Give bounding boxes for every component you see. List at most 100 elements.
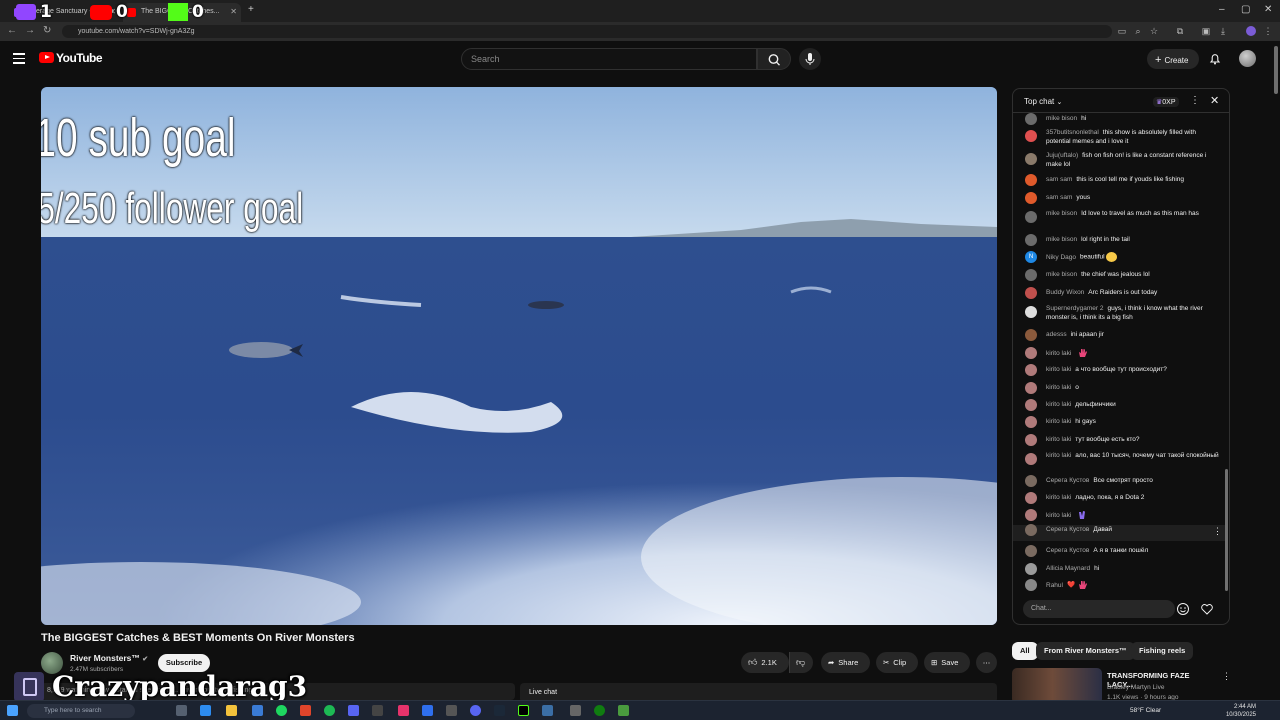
bookmark-star-icon[interactable]: ☆ xyxy=(1149,26,1159,36)
chat-author[interactable]: mike ⁣bison xyxy=(1046,210,1077,217)
app-icon-5[interactable] xyxy=(422,705,433,716)
chip-fishing-reels[interactable]: Fishing reels xyxy=(1131,642,1194,660)
file-explorer-icon[interactable] xyxy=(226,705,237,716)
recommended-menu-icon[interactable]: ⋮ xyxy=(1222,671,1231,682)
create-button[interactable]: + Create xyxy=(1147,49,1199,69)
chat-avatar[interactable] xyxy=(1025,382,1037,394)
app-icon-4[interactable] xyxy=(398,705,409,716)
chat-author[interactable]: Supernerdygamer 2 xyxy=(1046,305,1103,312)
clock[interactable]: 2:44 AM 10/30/2025 xyxy=(1222,703,1256,719)
browser-menu-icon[interactable]: ⋮ xyxy=(1263,26,1273,36)
dislike-button[interactable]: 👎︎ xyxy=(789,652,813,673)
emoji-picker-icon[interactable] xyxy=(1176,602,1190,616)
chat-message-list[interactable]: mike ⁣bison hi 357butitsnonlethal this show… xyxy=(1013,113,1229,591)
more-actions-button[interactable]: ⋯ xyxy=(976,652,997,673)
chat-avatar[interactable] xyxy=(1025,113,1037,125)
account-avatar[interactable] xyxy=(1239,50,1256,67)
app-icon-2[interactable] xyxy=(348,705,359,716)
like-button[interactable]: 👍︎ 2.1K xyxy=(741,652,789,673)
chat-avatar[interactable] xyxy=(1025,416,1037,428)
chat-input[interactable]: Chat... xyxy=(1023,600,1175,618)
chat-author[interactable]: kirito laki xyxy=(1046,452,1071,459)
channel-name[interactable]: River Monsters™ ✔ xyxy=(70,653,148,663)
back-icon[interactable]: ← xyxy=(7,25,17,36)
chat-author[interactable]: kirito laki xyxy=(1046,436,1071,443)
youtube-logo-text[interactable]: YouTube xyxy=(56,51,103,65)
app-icon-6[interactable] xyxy=(446,705,457,716)
chat-avatar[interactable] xyxy=(1025,492,1037,504)
chat-author[interactable]: 357butitsnonlethal xyxy=(1046,129,1099,136)
chat-author[interactable]: sam sam xyxy=(1046,194,1072,201)
page-scrollbar[interactable] xyxy=(1274,46,1278,94)
chat-author[interactable]: sam sam xyxy=(1046,176,1072,183)
chat-author[interactable]: kirito laki xyxy=(1046,366,1071,373)
chat-avatar[interactable] xyxy=(1025,453,1037,465)
chat-author[interactable]: kirito laki xyxy=(1046,418,1071,425)
store-icon[interactable] xyxy=(252,705,263,716)
close-window-icon[interactable]: ✕ xyxy=(1264,4,1272,15)
share-button[interactable]: ➦ Share xyxy=(821,652,870,673)
chat-author[interactable]: Rahul xyxy=(1046,582,1063,589)
menu-icon[interactable] xyxy=(13,53,25,64)
app-icon-3[interactable] xyxy=(372,705,383,716)
chip-from-channel[interactable]: From River Monsters™ xyxy=(1036,642,1135,660)
chat-avatar[interactable] xyxy=(1025,563,1037,575)
chat-avatar[interactable] xyxy=(1025,509,1037,521)
chat-avatar[interactable] xyxy=(1025,153,1037,165)
chat-avatar[interactable] xyxy=(1025,234,1037,246)
chat-author[interactable]: Allicia Maynard xyxy=(1046,565,1090,572)
heart-reaction-icon[interactable] xyxy=(1200,602,1214,616)
clip-button[interactable]: ✂ Clip xyxy=(876,652,918,673)
task-view-icon[interactable] xyxy=(176,705,187,716)
chip-all[interactable]: All xyxy=(1012,642,1038,660)
windows-start-icon[interactable] xyxy=(7,705,18,716)
chat-author[interactable]: Niky Dago xyxy=(1046,254,1076,261)
chat-author[interactable]: Buddy Wixon xyxy=(1046,289,1084,296)
chat-author[interactable]: kirito laki xyxy=(1046,512,1071,519)
xp-badge[interactable]: ♛0XP xyxy=(1153,97,1179,107)
reload-icon[interactable]: ↻ xyxy=(43,25,51,36)
chat-author[interactable]: Juju(uftalo) xyxy=(1046,152,1078,159)
new-tab-icon[interactable]: + xyxy=(248,4,254,15)
chat-avatar[interactable] xyxy=(1025,545,1037,557)
app-icon-9[interactable] xyxy=(618,705,629,716)
chat-author[interactable]: adesss xyxy=(1046,331,1067,338)
app-icon-8[interactable] xyxy=(570,705,581,716)
extensions-icon[interactable]: ⧉ xyxy=(1175,26,1185,36)
steam-icon[interactable] xyxy=(494,705,505,716)
chat-author[interactable]: kirito laki xyxy=(1046,384,1071,391)
chat-author[interactable]: kirito laki xyxy=(1046,494,1071,501)
chat-author[interactable]: Серега Кустов xyxy=(1046,477,1089,484)
chat-message[interactable]: Серега Кустов Давай ⋮ xyxy=(1013,524,1225,541)
chat-avatar[interactable] xyxy=(1025,130,1037,142)
maximize-icon[interactable]: ▢ xyxy=(1241,4,1250,15)
zoom-icon[interactable]: ⌕ xyxy=(1133,26,1143,36)
app-icon-1[interactable] xyxy=(300,705,311,716)
chat-avatar[interactable] xyxy=(1025,329,1037,341)
close-chat-icon[interactable]: ✕ xyxy=(1210,94,1219,107)
chat-author[interactable]: mike ⁣bison xyxy=(1046,115,1077,122)
chat-avatar[interactable] xyxy=(1025,475,1037,487)
minimize-icon[interactable]: – xyxy=(1219,4,1225,15)
cast-icon[interactable]: ▭ xyxy=(1117,26,1127,36)
kick-app-icon[interactable] xyxy=(518,705,529,716)
edge-icon[interactable] xyxy=(200,705,211,716)
chat-avatar[interactable] xyxy=(1025,364,1037,376)
chrome-icon[interactable] xyxy=(276,705,287,716)
chat-author[interactable]: kirito laki xyxy=(1046,401,1071,408)
save-button[interactable]: ⊞ Save xyxy=(924,652,970,673)
discord-icon[interactable] xyxy=(470,705,481,716)
video-player[interactable]: 1/10 sub goal 165/250 follower goal xyxy=(41,87,997,625)
chat-avatar[interactable] xyxy=(1025,287,1037,299)
chat-avatar[interactable] xyxy=(1025,579,1037,591)
voice-search-button[interactable] xyxy=(799,48,821,70)
chat-author[interactable]: Серега Кустов xyxy=(1046,526,1089,533)
forward-icon[interactable]: → xyxy=(25,25,35,36)
chat-avatar[interactable] xyxy=(1025,434,1037,446)
message-menu-icon[interactable]: ⋮ xyxy=(1213,527,1222,536)
chat-avatar[interactable] xyxy=(1025,347,1037,359)
chat-avatar[interactable] xyxy=(1025,211,1037,223)
url-field[interactable]: youtube.com/watch?v=SDWj-gnA3Zg xyxy=(62,25,1112,38)
chat-scrollbar[interactable] xyxy=(1225,469,1228,591)
xbox-icon[interactable] xyxy=(594,705,605,716)
